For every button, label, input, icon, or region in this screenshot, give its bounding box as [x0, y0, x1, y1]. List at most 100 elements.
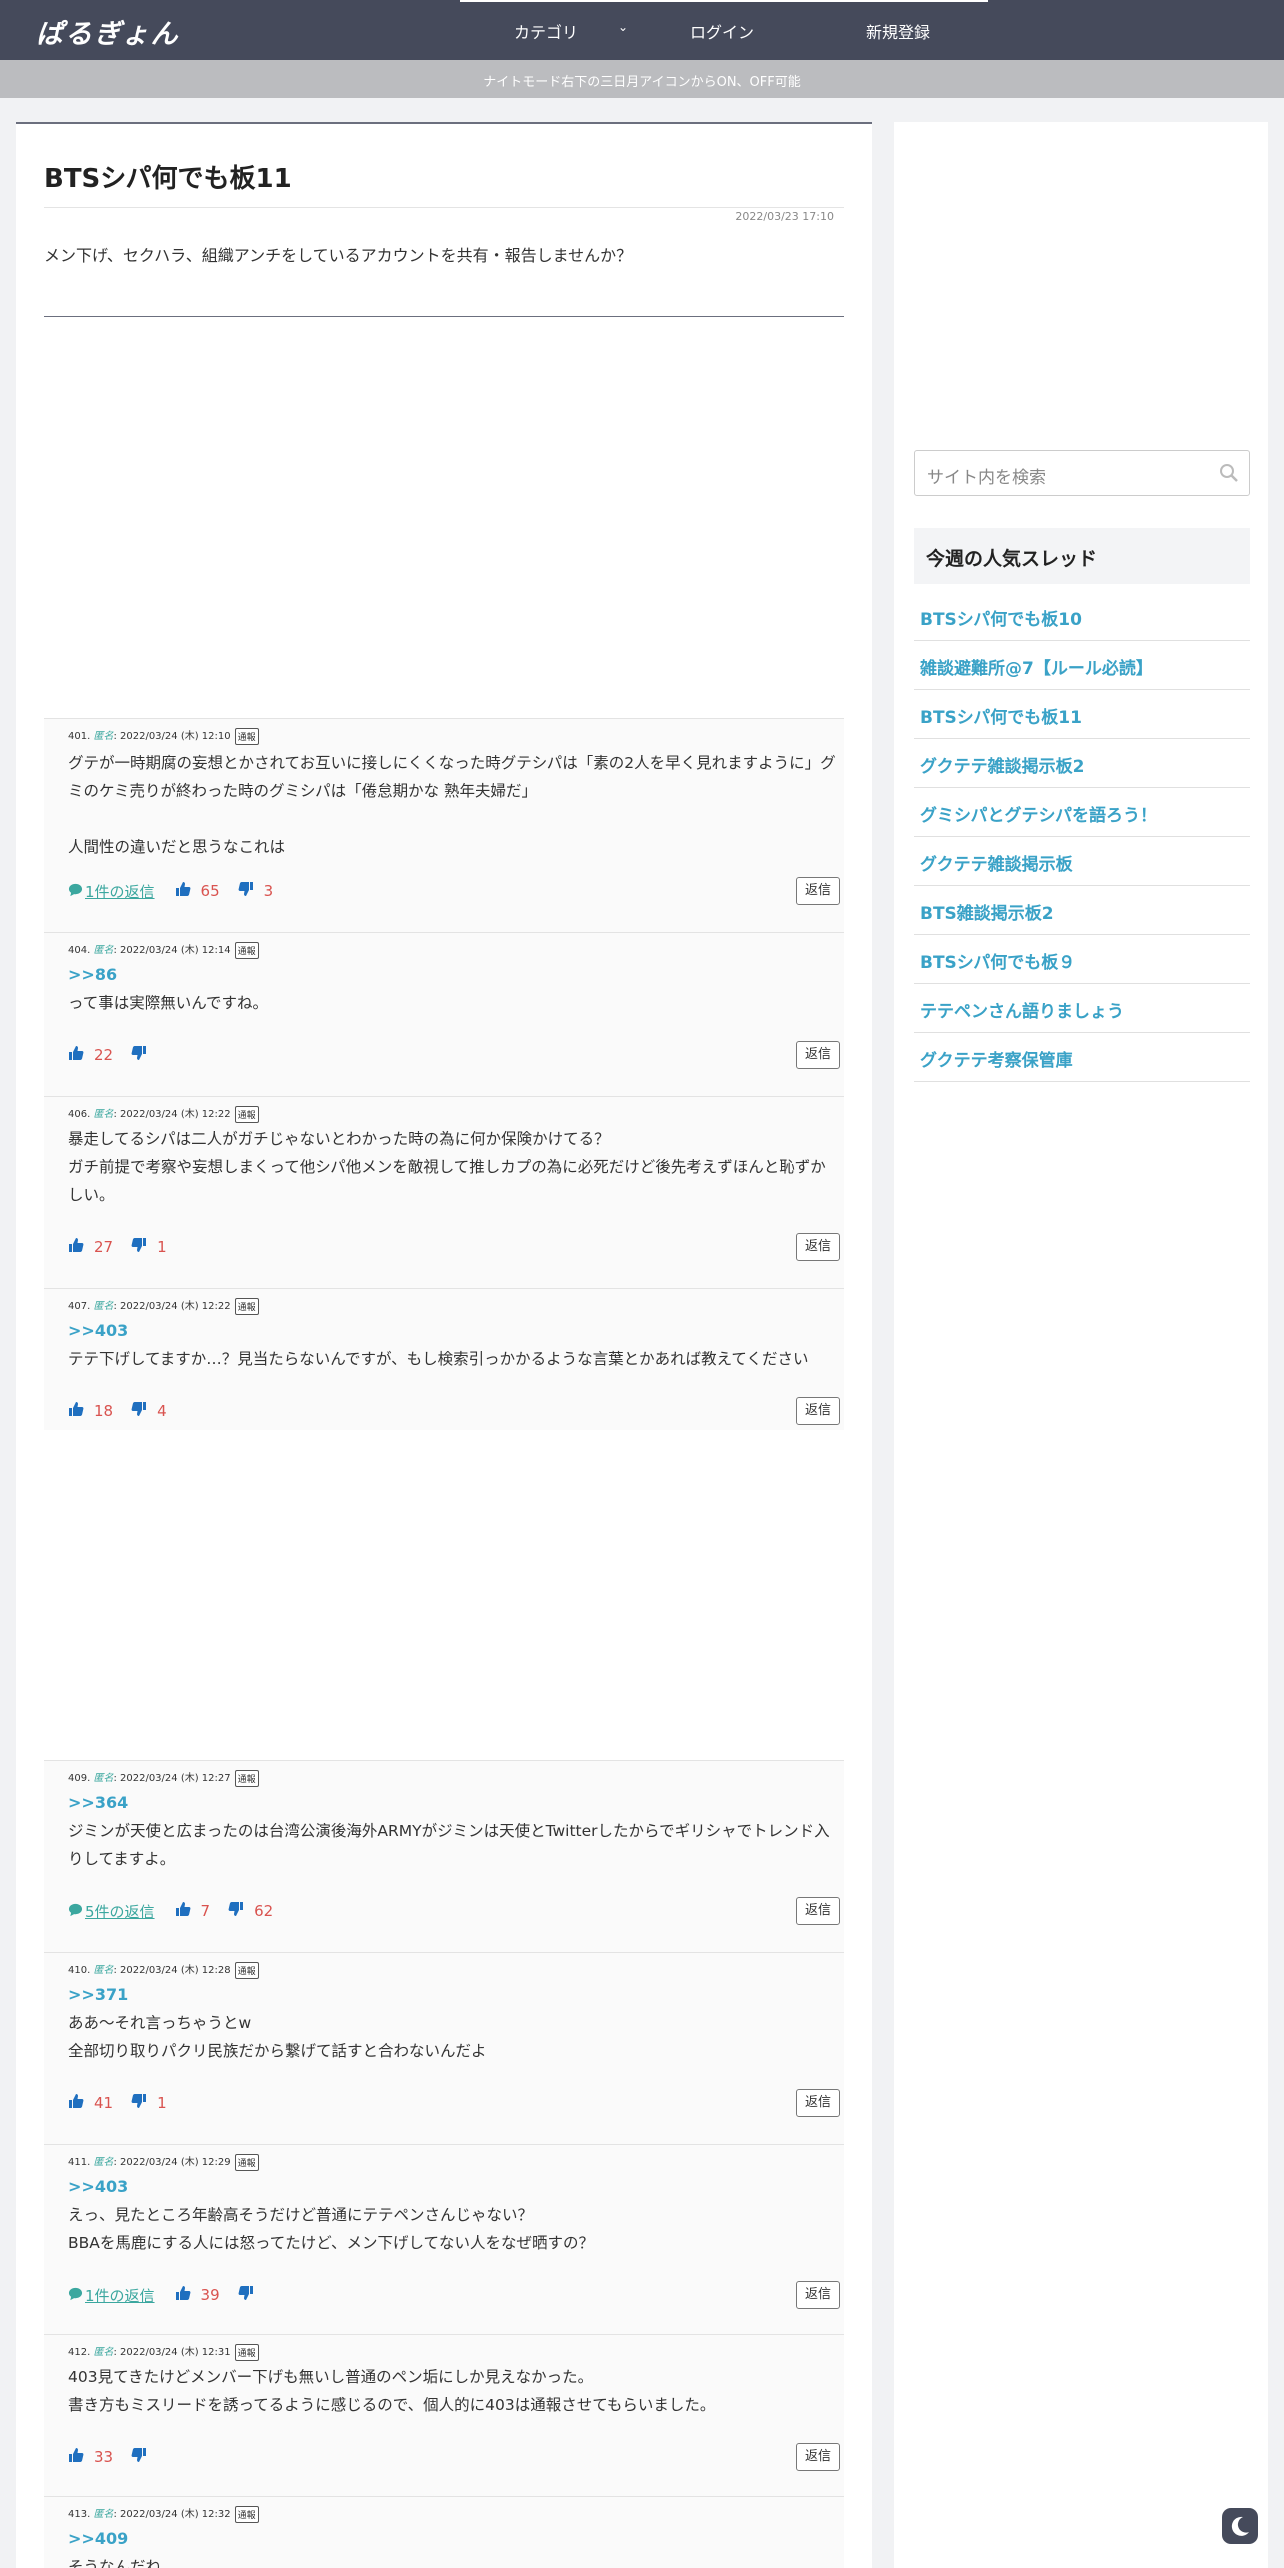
post-body-line: ジミンが天使と広まったのは台湾公演後海外ARMYがジミンは天使とTwitterし… [68, 1822, 830, 1868]
post-body-line: 書き方もミスリードを誘ってるように感じるので、個人的に403は通報させてもらいま… [68, 2396, 716, 2414]
thread-description: メン下げ、セクハラ、組織アンチをしているアカウントを共有・報告しませんか？ [44, 246, 633, 265]
top-navbar: ぱるぎょん カテゴリ ⌄ ログイン 新規登録 [0, 0, 1284, 60]
thread-date: 2022/03/23 17:10 [735, 210, 834, 223]
like-button[interactable]: 22 [68, 1045, 113, 1065]
search-input[interactable]: サイト内を検索 [927, 463, 1046, 488]
search-box[interactable]: サイト内を検索 [914, 450, 1250, 496]
post-item: 406. 匿名: 2022/03/24 (木) 12:22 通報 暴走してるシパは二… [44, 1096, 844, 1288]
thumbs-up-icon [68, 2447, 94, 2467]
popular-thread-item[interactable]: グクテテ雑談掲示板2 [914, 739, 1250, 788]
dislike-button[interactable] [131, 1045, 157, 1065]
reply-button[interactable]: 返信 [796, 2281, 840, 2309]
reply-button[interactable]: 返信 [796, 1897, 840, 1925]
search-icon[interactable] [1219, 463, 1239, 483]
dislike-button[interactable]: 3 [238, 881, 273, 901]
replies-link[interactable]: 5件の返信 [68, 1901, 155, 1922]
report-button[interactable]: 通報 [234, 1769, 259, 1787]
post-reference-link[interactable]: >>371 [68, 1985, 128, 2004]
popular-thread-item[interactable]: テテペンさん語りましょう [914, 984, 1250, 1033]
nav-category[interactable]: カテゴリ [514, 19, 578, 43]
like-button[interactable]: 18 [68, 1401, 113, 1421]
like-button[interactable]: 33 [68, 2447, 113, 2467]
post-actions: 22 [68, 1043, 175, 1067]
dislike-button[interactable]: 62 [228, 1901, 273, 1921]
like-button[interactable]: 7 [175, 1901, 210, 1921]
nav-login[interactable]: ログイン [690, 19, 754, 43]
report-button[interactable]: 通報 [234, 1961, 259, 1979]
popular-thread-item[interactable]: BTSシパ何でも板11 [914, 690, 1250, 739]
post-reference-link[interactable]: >>409 [68, 2529, 128, 2548]
popular-threads-title: 今週の人気スレッド [926, 548, 1098, 570]
thumbs-up-icon [68, 1401, 94, 1421]
post-reference-link[interactable]: >>364 [68, 1793, 128, 1812]
popular-thread-item[interactable]: グクテテ考察保管庫 [914, 1033, 1250, 1082]
report-button[interactable]: 通報 [234, 1297, 259, 1315]
comment-icon [68, 1902, 85, 1921]
report-button[interactable]: 通報 [234, 2153, 259, 2171]
night-mode-toggle[interactable] [1222, 2508, 1258, 2544]
reply-button[interactable]: 返信 [796, 2089, 840, 2117]
post-author: 匿名 [93, 1301, 114, 1312]
like-button[interactable]: 39 [175, 2285, 220, 2305]
like-button[interactable]: 65 [175, 881, 220, 901]
dislike-button[interactable]: 1 [131, 1237, 167, 1257]
report-button[interactable]: 通報 [234, 727, 259, 745]
divider [44, 316, 844, 317]
report-button[interactable]: 通報 [234, 2505, 259, 2523]
post-meta: 410. 匿名: 2022/03/24 (木) 12:28 通報 [68, 1961, 259, 1979]
post-reference-link[interactable]: >>403 [68, 1321, 128, 1340]
post-actions: 1件の返信 39 [68, 2283, 282, 2307]
post-reference-link[interactable]: >>403 [68, 2177, 128, 2196]
popular-thread-item[interactable]: BTSシパ何でも板10 [914, 592, 1250, 641]
report-button[interactable]: 通報 [234, 941, 259, 959]
popular-thread-link[interactable]: BTS雑談掲示板2 [920, 899, 1054, 924]
replies-link[interactable]: 1件の返信 [68, 881, 155, 902]
post-body-line: 暴走してるシパは二人がガチじゃないとわかった時の為に何か保険かけてる？ [68, 1130, 610, 1148]
reply-button[interactable]: 返信 [796, 877, 840, 905]
thumbs-up-icon [68, 1045, 94, 1065]
reply-button[interactable]: 返信 [796, 1397, 840, 1425]
chevron-down-icon[interactable]: ⌄ [618, 20, 628, 34]
report-button[interactable]: 通報 [234, 1105, 259, 1123]
post-number: 407. [68, 1301, 91, 1312]
post-item: 410. 匿名: 2022/03/24 (木) 12:28 通報 >>371 ああ〜そ… [44, 1952, 844, 2144]
post-number: 411. [68, 2157, 91, 2168]
popular-thread-link[interactable]: グミシパとグテシパを語ろう！ [920, 801, 1157, 826]
dislike-button[interactable]: 1 [131, 2093, 167, 2113]
popular-thread-link[interactable]: BTSシパ何でも板９ [920, 948, 1075, 973]
post-actions: 41 1 [68, 2091, 185, 2115]
dislike-count: 1 [157, 2094, 167, 2112]
nav-register[interactable]: 新規登録 [866, 19, 930, 43]
reply-button[interactable]: 返信 [796, 2443, 840, 2471]
popular-thread-link[interactable]: グクテテ雑談掲示板2 [920, 752, 1085, 777]
report-button[interactable]: 通報 [234, 2343, 259, 2361]
moon-icon [1231, 2516, 1249, 2536]
popular-thread-item[interactable]: 雑談避難所@7【ルール必読】 [914, 641, 1250, 690]
like-button[interactable]: 41 [68, 2093, 113, 2113]
site-logo[interactable]: ぱるぎょん [36, 12, 180, 51]
popular-thread-item[interactable]: BTSシパ何でも板９ [914, 935, 1250, 984]
thumbs-up-icon [68, 2093, 94, 2113]
reply-button[interactable]: 返信 [796, 1233, 840, 1261]
dislike-button[interactable] [238, 2285, 264, 2305]
post-body-line: ガチ前提で考察や妄想しまくって他シパ他メンを敵視して推しカプの為に必死だけど後先… [68, 1158, 826, 1204]
dislike-button[interactable]: 4 [131, 1401, 167, 1421]
post-reference-link[interactable]: >>86 [68, 965, 117, 984]
popular-thread-link[interactable]: グクテテ考察保管庫 [920, 1046, 1073, 1071]
popular-thread-link[interactable]: 雑談避難所@7【ルール必読】 [920, 654, 1153, 679]
post-time: : 2022/03/24 (木) 12:29 [113, 2157, 231, 2168]
post-body: えっ、見たところ年齢高そうだけど普通にテテペンさんじゃない？ BBAを馬鹿にする人… [68, 2201, 840, 2257]
replies-link[interactable]: 1件の返信 [68, 2285, 155, 2306]
popular-thread-item[interactable]: BTS雑談掲示板2 [914, 886, 1250, 935]
reply-button[interactable]: 返信 [796, 1041, 840, 1069]
dislike-button[interactable] [131, 2447, 157, 2467]
popular-thread-item[interactable]: グミシパとグテシパを語ろう！ [914, 788, 1250, 837]
popular-thread-item[interactable]: グクテテ雑談掲示板 [914, 837, 1250, 886]
popular-thread-link[interactable]: BTSシパ何でも板11 [920, 703, 1082, 728]
post-author: 匿名 [93, 2157, 114, 2168]
post-time: : 2022/03/24 (木) 12:27 [113, 1773, 231, 1784]
popular-thread-link[interactable]: テテペンさん語りましょう [920, 997, 1124, 1022]
like-button[interactable]: 27 [68, 1237, 113, 1257]
popular-thread-link[interactable]: BTSシパ何でも板10 [920, 605, 1082, 630]
popular-thread-link[interactable]: グクテテ雑談掲示板 [920, 850, 1073, 875]
